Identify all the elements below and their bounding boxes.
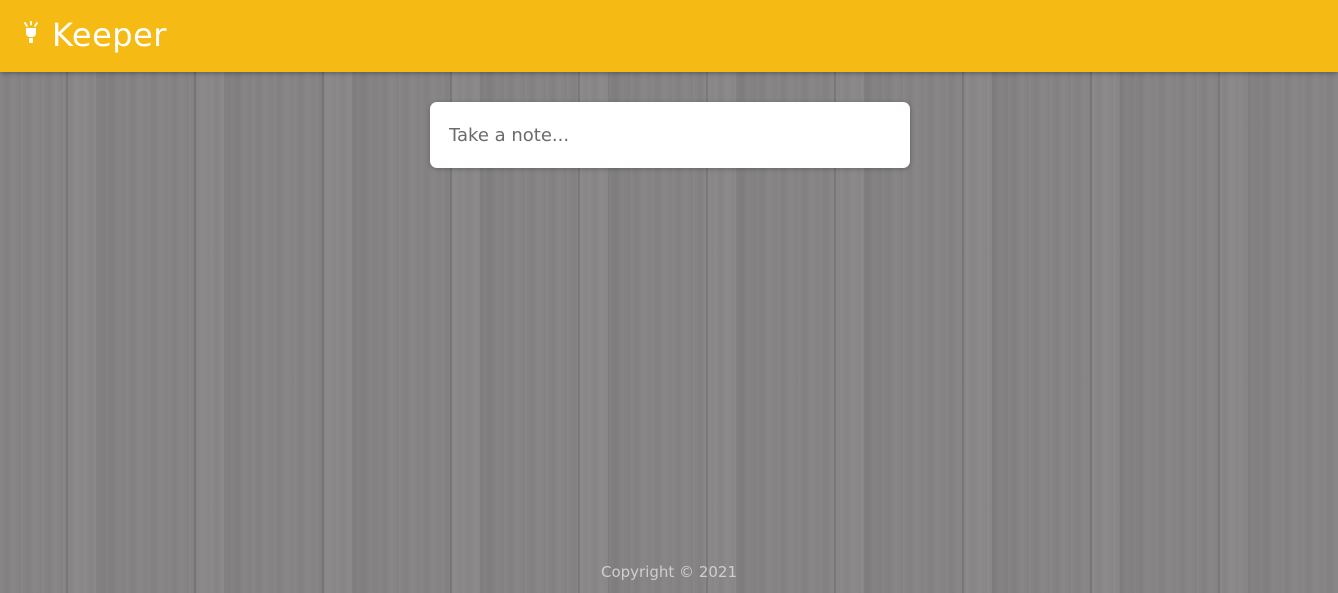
app-title: Keeper [52,16,167,54]
app-header: Keeper [0,0,1338,72]
note-content-input[interactable] [430,102,910,168]
footer: Copyright © 2021 [0,563,1338,581]
create-note-form [430,102,910,168]
lightbulb-icon [24,21,38,43]
copyright-text: Copyright © 2021 [600,563,737,581]
